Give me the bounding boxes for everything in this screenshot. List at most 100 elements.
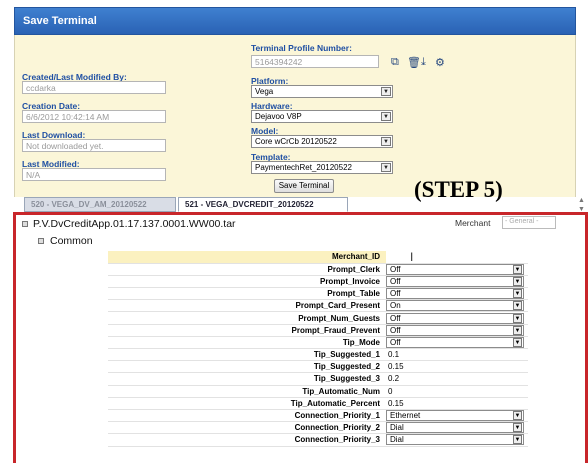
param-value-cell: 0 [386,385,528,398]
step-annotation: (STEP 5) [414,177,503,202]
param-select[interactable]: Off ▼ [386,288,524,300]
table-row: Connection_Priority_1 Ethernet ▼ [108,409,528,423]
param-name: Tip_Suggested_2 [108,360,386,374]
group-name: Common [50,235,93,247]
param-name: Prompt_Num_Guests [108,311,386,325]
last-download-field: Not downloaded yet. [22,139,166,152]
param-select[interactable]: Ethernet ▼ [386,410,524,422]
table-row: Prompt_Clerk Off ▼ [108,263,528,276]
param-name: Connection_Priority_1 [108,409,386,423]
collapse-toggle-icon[interactable] [22,221,28,228]
param-name: Tip_Suggested_1 [108,348,386,362]
param-value-cell: Off ▼ [386,336,528,350]
group-row[interactable]: Common [38,235,93,247]
chevron-down-icon: ▼ [513,423,522,433]
table-row: Tip_Suggested_3 0.2 [108,372,528,386]
param-input[interactable]: 0.1 [386,349,528,360]
param-name: Connection_Priority_2 [108,421,386,435]
param-name: Tip_Suggested_3 [108,372,386,386]
param-name: Prompt_Fraud_Prevent [108,324,386,337]
param-name: Tip_Automatic_Percent [108,397,386,410]
window-title: Save Terminal [14,7,576,35]
param-select[interactable]: Off ▼ [386,324,524,336]
table-row: Tip_Suggested_2 0.15 [108,360,528,374]
table-row: Prompt_Num_Guests Off ▼ [108,311,528,325]
merchant-label: Merchant [455,218,491,228]
param-value-cell: Off ▼ [386,324,528,337]
package-name: P.V.DvCreditApp.01.17.137.0001.WW00.tar [33,218,236,230]
table-row: Tip_Automatic_Percent 0.15 [108,397,528,410]
chevron-down-icon: ▼ [513,313,522,323]
platform-select[interactable]: Vega ▼ [251,85,393,98]
param-select[interactable]: Off ▼ [386,312,524,324]
param-name: Tip_Automatic_Num [108,385,386,398]
param-input[interactable]: 0.15 [386,361,528,372]
parameter-table: Merchant_ID Prompt_Clerk Off ▼ Prompt_Invoic… [108,251,528,447]
table-row: Tip_Automatic_Num 0 [108,385,528,398]
param-value-cell: Dial ▼ [386,421,528,435]
chevron-down-icon: ▼ [381,137,391,146]
table-row: Connection_Priority_3 Dial ▼ [108,433,528,447]
param-name: Prompt_Table [108,287,386,301]
param-select[interactable]: On ▼ [386,300,524,312]
param-select[interactable]: Dial ▼ [386,422,524,434]
param-value-cell: 0.15 [386,360,528,374]
table-row: Merchant_ID [108,251,528,264]
hardware-select[interactable]: Dejavoo V8P ▼ [251,110,393,123]
created-by-field: ccdarka [22,81,166,94]
chevron-down-icon: ▼ [513,337,522,347]
copy-icon[interactable]: ⧉ [391,56,399,69]
param-value-cell: Off ▼ [386,287,528,301]
template-select[interactable]: PaymentechRet_20120522 ▼ [251,161,393,174]
param-value-cell: Off ▼ [386,275,528,289]
save-terminal-button[interactable]: Save Terminal [274,179,334,193]
chevron-down-icon: ▼ [381,112,391,121]
chevron-down-icon: ▼ [513,276,522,286]
param-select[interactable]: Dial ▼ [386,434,524,446]
chevron-down-icon: ▼ [513,411,522,421]
chevron-down-icon: ▼ [381,163,391,172]
table-row: Tip_Suggested_1 0.1 [108,348,528,362]
terminal-profile-field[interactable]: 5164394242 [251,55,379,68]
model-select[interactable]: Core wCrCb 20120522 ▼ [251,135,393,148]
tab-vega-dv-am[interactable]: 520 - VEGA_DV_AM_20120522 [24,197,176,212]
chevron-down-icon: ▼ [513,435,522,445]
tab-vega-dvcredit[interactable]: 521 - VEGA_DVCREDIT_20120522 [178,197,348,212]
param-name: Connection_Priority_3 [108,433,386,447]
collapse-toggle-icon[interactable] [38,238,44,245]
chevron-down-icon: ▼ [513,264,522,274]
table-row: Prompt_Card_Present On ▼ [108,299,528,313]
chevron-down-icon: ▼ [513,325,522,335]
param-value-cell: On ▼ [386,299,528,313]
param-input[interactable]: 0 [386,386,528,397]
param-input[interactable]: 0.2 [386,373,528,384]
param-value-cell: Dial ▼ [386,433,528,447]
download-icon[interactable]: ⤓ [421,56,426,69]
settings-icon[interactable]: ⚙ [435,56,445,69]
param-value-cell: 0.2 [386,372,528,386]
trash-icon[interactable]: 🗑 [407,56,421,69]
table-row: Prompt_Table Off ▼ [108,287,528,301]
table-row: Connection_Priority_2 Dial ▼ [108,421,528,435]
param-select[interactable]: Off ▼ [386,263,524,275]
table-row: Tip_Mode Off ▼ [108,336,528,350]
last-modified-field: N/A [22,168,166,181]
param-name: Prompt_Card_Present [108,299,386,313]
param-value-cell: 0.15 [386,397,528,410]
param-value-cell: Ethernet ▼ [386,409,528,423]
chevron-down-icon: ▼ [381,87,391,96]
table-row: Prompt_Invoice Off ▼ [108,275,528,289]
param-name: Tip_Mode [108,336,386,350]
param-select[interactable]: Off ▼ [386,336,524,348]
param-value-cell: 0.1 [386,348,528,362]
terminal-form: Terminal Profile Number: 5164394242 ⧉ 🗑 … [14,35,576,197]
chevron-down-icon: ▼ [513,289,522,299]
param-name: Prompt_Invoice [108,275,386,289]
merchant-select[interactable]: - General - [502,216,556,229]
table-row: Prompt_Fraud_Prevent Off ▼ [108,324,528,337]
param-value-cell: Off ▼ [386,263,528,276]
terminal-profile-label: Terminal Profile Number: [251,43,352,53]
param-select[interactable]: Off ▼ [386,275,524,287]
package-row[interactable]: P.V.DvCreditApp.01.17.137.0001.WW00.tar [22,218,236,230]
param-input[interactable]: 0.15 [386,398,528,409]
